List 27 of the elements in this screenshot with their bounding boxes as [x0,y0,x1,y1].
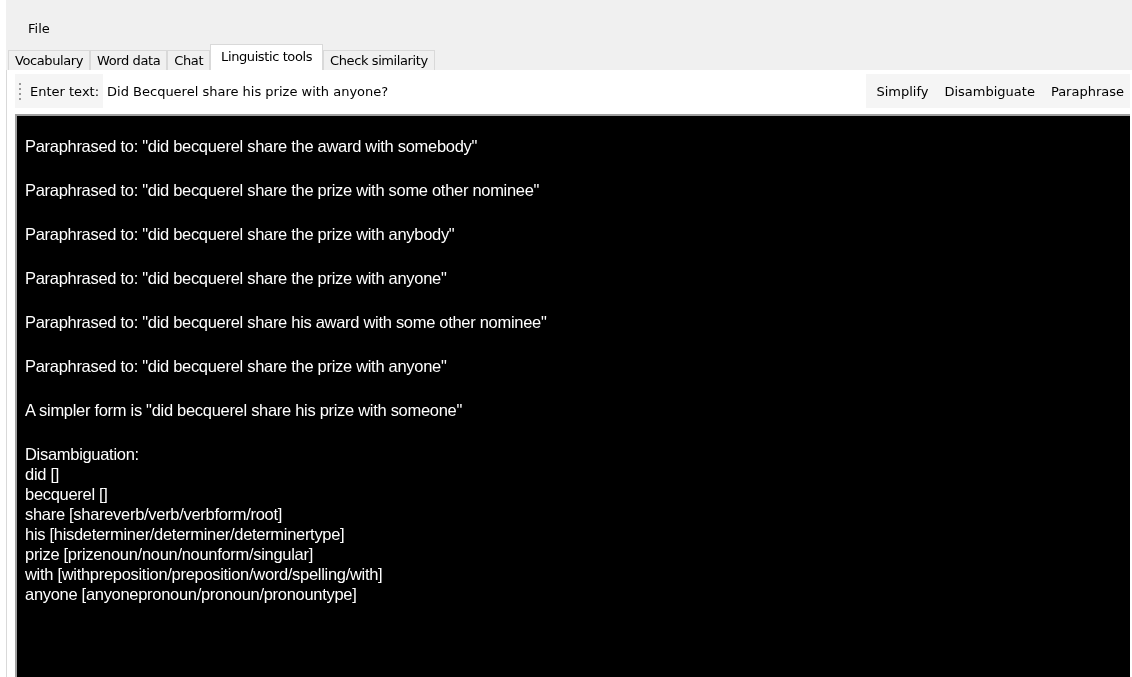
tab[interactable]: Word data [90,50,168,70]
output-line: Paraphrased to: "did becquerel share the prize with anyone" [25,356,448,376]
toolbar-button[interactable]: Paraphrase [1044,81,1130,101]
output-line: Paraphrased to: "did becquerel share the prize with some other nominee" [25,180,541,200]
output-line: becquerel [] [25,484,109,504]
output-line: his [hisdeterminer/determiner/determinertype] [25,524,346,544]
output-line: with [withpreposition/preposition/word/spelling/with] [25,564,384,584]
tab[interactable]: Chat [167,50,211,70]
output-line: Paraphrased to: "did becquerel share the prize with anyone" [25,268,448,288]
output-line: Paraphrased to: "did becquerel share his award with some other nominee" [25,312,548,332]
tab[interactable]: Linguistic tools [210,44,324,70]
tab[interactable]: Vocabulary [8,50,91,70]
output-line: share [shareverb/verb/verbform/root] [25,504,283,524]
toolbar-button[interactable]: Disambiguate [938,81,1041,101]
output-line: did [] [25,464,60,484]
menu-item[interactable]: File [24,21,54,36]
output-line: anyone [anyonepronoun/pronoun/pronountype] [25,584,358,604]
output-line: prize [prizenoun/noun/nounform/singular] [25,544,314,564]
grip-icon [19,82,22,100]
output-line: A simpler form is "did becquerel share his prize with someone" [25,400,463,420]
input-field[interactable]: Did Becquerel share his prize with anyone? [103,74,867,108]
output-line: Paraphrased to: "did becquerel share the prize with anybody" [25,224,456,244]
field-label: Enter text: [30,83,100,99]
toolbar-button[interactable]: Simplify [870,81,935,101]
output-line: Disambiguation: [25,444,140,464]
output-line: Paraphrased to: "did becquerel share the award with somebody" [25,136,479,156]
tab[interactable]: Check similarity [323,50,435,70]
